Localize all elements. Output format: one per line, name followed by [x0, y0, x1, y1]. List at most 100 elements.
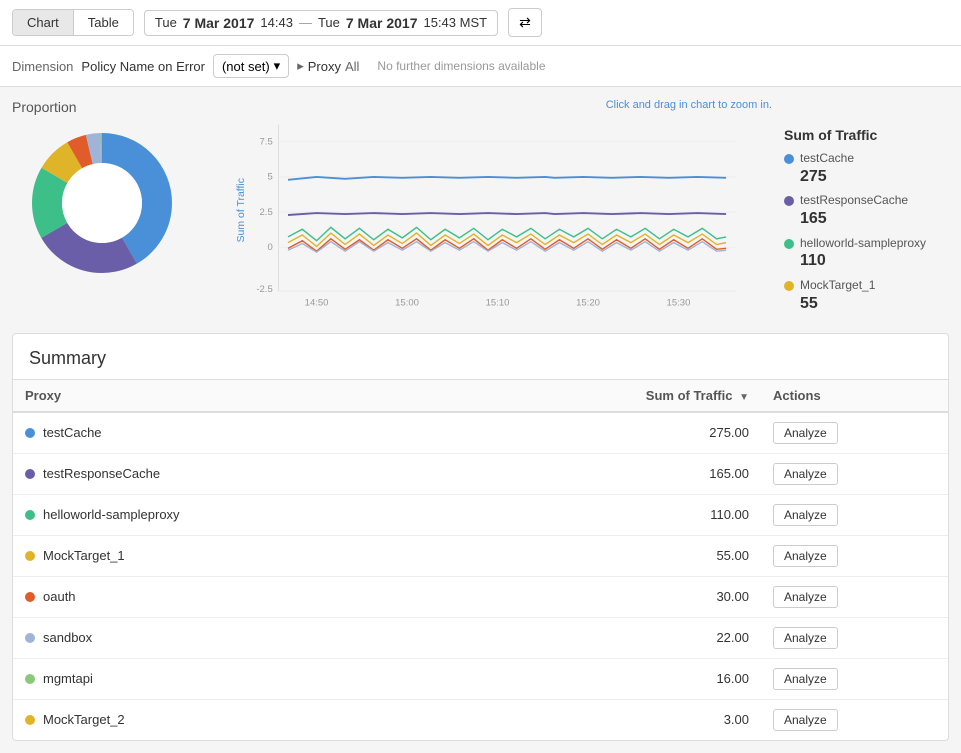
chevron-down-icon: ▾	[274, 58, 281, 74]
proxy-name: testResponseCache	[43, 466, 160, 481]
end-time: 15:43 MST	[423, 15, 487, 30]
start-day: Tue	[155, 15, 177, 30]
dimension-dropdown[interactable]: (not set) ▾	[213, 54, 289, 78]
proxy-cell: sandbox	[13, 617, 527, 658]
svg-text:15:10: 15:10	[486, 297, 510, 308]
actions-cell: Analyze	[761, 617, 948, 658]
actions-cell: Analyze	[761, 576, 948, 617]
refresh-button[interactable]: ⇄	[508, 8, 542, 37]
main-content: Proportion	[0, 87, 961, 333]
line-chart-svg[interactable]: 7.5 5 2.5 0 -2.5 14:50 15:00 15:10 15:20…	[204, 115, 772, 315]
table-header-row: Proxy Sum of Traffic ▼ Actions	[13, 379, 948, 412]
proxy-cell: helloworld-sampleproxy	[13, 494, 527, 535]
traffic-value: 55.00	[527, 535, 761, 576]
legend-dot	[784, 196, 794, 206]
legend-dot	[784, 281, 794, 291]
actions-cell: Analyze	[761, 658, 948, 699]
legend-item-value: 165	[800, 209, 908, 230]
date-separator: —	[299, 15, 312, 30]
traffic-value: 110.00	[527, 494, 761, 535]
donut-chart	[22, 123, 182, 283]
legend-item: helloworld-sampleproxy 110	[784, 236, 949, 272]
dimension-nav: ▸ Proxy All	[297, 58, 359, 74]
table-button[interactable]: Table	[74, 10, 133, 35]
zoom-hint: Click and drag in chart to zoom in.	[204, 99, 772, 111]
dimension-bar: Dimension Policy Name on Error (not set)…	[0, 46, 961, 87]
analyze-button[interactable]: Analyze	[773, 668, 838, 690]
proxy-color-dot	[25, 715, 35, 725]
summary-table-body: testCache 275.00 Analyze testResponseCac…	[13, 412, 948, 740]
start-time: 14:43	[260, 15, 293, 30]
legend-title: Sum of Traffic	[784, 127, 949, 143]
proxy-color-dot	[25, 428, 35, 438]
proxy-name: MockTarget_1	[43, 548, 125, 563]
proxy-cell: mgmtapi	[13, 658, 527, 699]
actions-cell: Analyze	[761, 699, 948, 740]
policy-name-label: Policy Name on Error	[81, 59, 205, 74]
nav-separator-icon: ▸	[297, 58, 304, 74]
proxy-cell: MockTarget_1	[13, 535, 527, 576]
actions-cell: Analyze	[761, 412, 948, 454]
all-nav-item[interactable]: All	[345, 59, 359, 74]
proxy-color-dot	[25, 510, 35, 520]
proxy-nav-item[interactable]: Proxy	[308, 59, 341, 74]
proxy-cell: MockTarget_2	[13, 699, 527, 740]
proxy-name: sandbox	[43, 630, 92, 645]
summary-table: Proxy Sum of Traffic ▼ Actions testCache…	[13, 379, 948, 740]
svg-text:Sum of Traffic: Sum of Traffic	[236, 178, 247, 242]
analyze-button[interactable]: Analyze	[773, 586, 838, 608]
table-row: sandbox 22.00 Analyze	[13, 617, 948, 658]
svg-text:15:20: 15:20	[576, 297, 600, 308]
proxy-name: testCache	[43, 425, 102, 440]
analyze-button[interactable]: Analyze	[773, 504, 838, 526]
end-day: Tue	[318, 15, 340, 30]
table-row: helloworld-sampleproxy 110.00 Analyze	[13, 494, 948, 535]
svg-text:0: 0	[267, 242, 272, 253]
proxy-name: mgmtapi	[43, 671, 93, 686]
svg-text:7.5: 7.5	[260, 137, 273, 148]
traffic-value: 16.00	[527, 658, 761, 699]
date-range: Tue 7 Mar 2017 14:43 — Tue 7 Mar 2017 15…	[144, 10, 498, 36]
proxy-cell: testResponseCache	[13, 453, 527, 494]
dimension-label: Dimension	[12, 59, 73, 74]
proportion-area: Proportion	[12, 99, 192, 321]
chart-section: Proportion	[12, 99, 772, 321]
chart-button[interactable]: Chart	[13, 10, 74, 35]
traffic-value: 165.00	[527, 453, 761, 494]
analyze-button[interactable]: Analyze	[773, 709, 838, 731]
analyze-button[interactable]: Analyze	[773, 422, 838, 444]
table-row: MockTarget_1 55.00 Analyze	[13, 535, 948, 576]
start-date: 7 Mar 2017	[183, 15, 255, 31]
legend-items-container: testCache 275 testResponseCache 165 hell…	[784, 151, 949, 315]
analyze-button[interactable]: Analyze	[773, 627, 838, 649]
legend-item-value: 110	[800, 251, 926, 272]
svg-text:2.5: 2.5	[260, 207, 273, 218]
actions-cell: Analyze	[761, 494, 948, 535]
proxy-column-header: Proxy	[13, 379, 527, 412]
traffic-value: 275.00	[527, 412, 761, 454]
proxy-cell: oauth	[13, 576, 527, 617]
traffic-value: 22.00	[527, 617, 761, 658]
proportion-title: Proportion	[12, 99, 192, 115]
legend-dot	[784, 154, 794, 164]
no-dimensions-text: No further dimensions available	[377, 59, 545, 73]
table-row: testResponseCache 165.00 Analyze	[13, 453, 948, 494]
table-row: MockTarget_2 3.00 Analyze	[13, 699, 948, 740]
svg-text:15:00: 15:00	[395, 297, 419, 308]
svg-text:15:30: 15:30	[667, 297, 691, 308]
proxy-cell: testCache	[13, 412, 527, 454]
legend-item-name: helloworld-sampleproxy	[800, 236, 926, 252]
proxy-color-dot	[25, 551, 35, 561]
table-row: oauth 30.00 Analyze	[13, 576, 948, 617]
traffic-value: 3.00	[527, 699, 761, 740]
proxy-color-dot	[25, 674, 35, 684]
legend-item-name: testResponseCache	[800, 193, 908, 209]
actions-column-header: Actions	[761, 379, 948, 412]
proxy-color-dot	[25, 469, 35, 479]
analyze-button[interactable]: Analyze	[773, 463, 838, 485]
analyze-button[interactable]: Analyze	[773, 545, 838, 567]
actions-cell: Analyze	[761, 535, 948, 576]
table-row: testCache 275.00 Analyze	[13, 412, 948, 454]
line-chart-area: Click and drag in chart to zoom in. 7.5 …	[204, 99, 772, 321]
proxy-color-dot	[25, 592, 35, 602]
